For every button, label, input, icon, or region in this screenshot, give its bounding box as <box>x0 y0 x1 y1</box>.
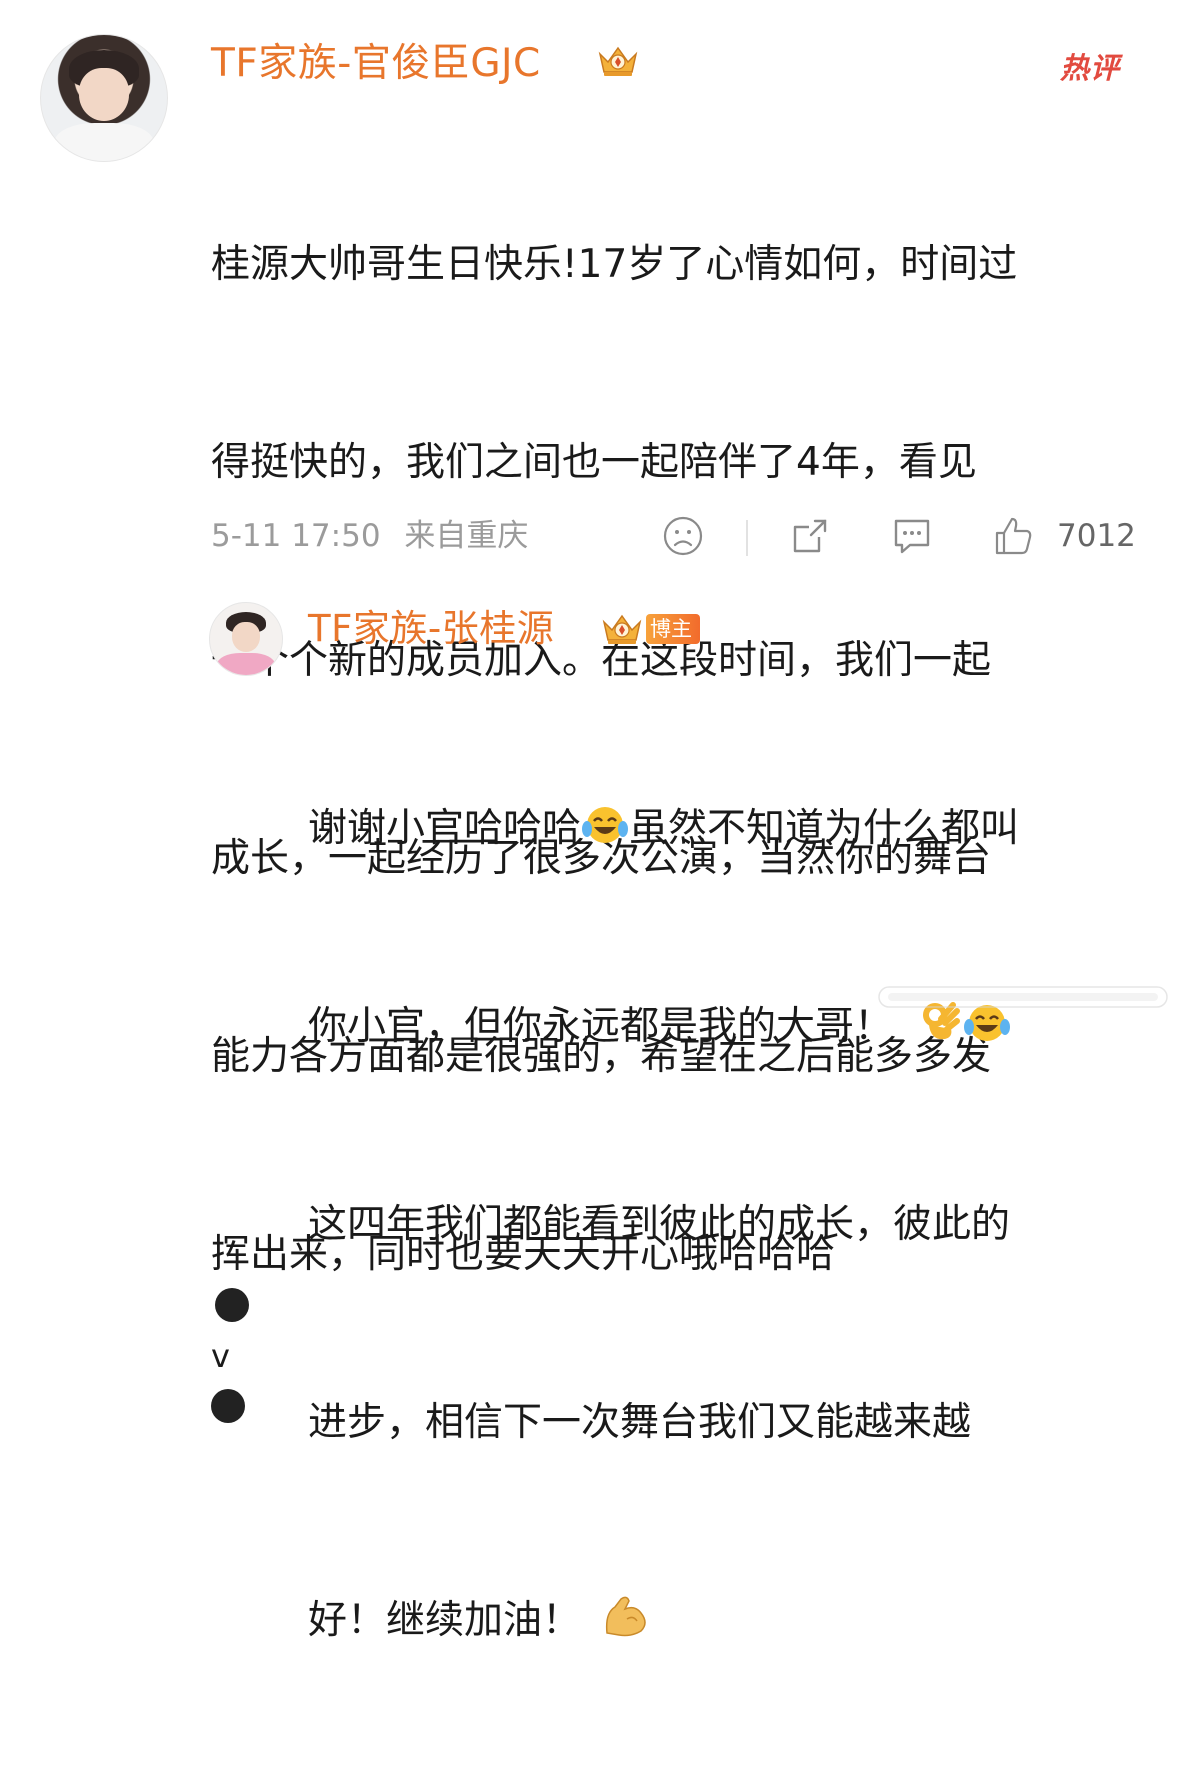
like-count: 7012 <box>1057 518 1136 554</box>
comment-location: 来自重庆 <box>404 518 529 554</box>
comment-line-2: 得挺快的，我们之间也一起陪伴了4年，看见 <box>211 440 977 485</box>
tears-of-joy-emoji <box>582 807 629 843</box>
reply-line-3: 这四年我们都能看到彼此的成长，彼此的 <box>308 1202 1011 1247</box>
comment-timestamp: 5-11 17:50 <box>211 518 381 554</box>
comment-meta: 5-11 17:50 来自重庆 <box>211 518 528 554</box>
emoticon-mouth: v <box>211 1337 230 1375</box>
thumbs-up-icon[interactable] <box>993 515 1035 557</box>
flexed-biceps-emoji <box>605 1596 646 1637</box>
comment-line-1: 桂源大帅哥生日快乐!17岁了心情如何，时间过 <box>211 242 1018 287</box>
reply-line-5: 好！继续加油！ <box>308 1588 1019 1654</box>
comment-author-name[interactable]: TF家族-官俊臣GJC <box>211 44 541 83</box>
reply-line-4: 进步，相信下一次舞台我们又能越来越 <box>308 1400 972 1445</box>
comment-author-avatar[interactable] <box>40 34 168 162</box>
reply-author-avatar[interactable] <box>209 602 283 676</box>
sad-face-icon[interactable] <box>662 515 704 557</box>
watermark-pill <box>878 986 1168 1008</box>
hot-comment-label: 热评 <box>1060 51 1121 85</box>
comment-icon[interactable] <box>890 515 934 557</box>
emoticon-eye-right <box>211 1389 245 1423</box>
reply-author-name[interactable]: TF家族-张桂源 <box>308 610 554 647</box>
action-divider <box>746 520 748 556</box>
share-icon[interactable] <box>789 515 831 557</box>
crown-badge-icon <box>598 46 638 76</box>
emoticon-eye-left <box>215 1288 249 1322</box>
reply-text: 谢谢小官哈哈哈 虽然不知道为什么都叫 你小官，但你永远都是我的大哥！ 这四年我们都… <box>308 664 1019 1786</box>
crown-badge-icon <box>602 614 642 644</box>
reply-line-1: 谢谢小官哈哈哈 虽然不知道为什么都叫 <box>308 796 1019 862</box>
blogger-badge: 博主 <box>646 614 700 644</box>
